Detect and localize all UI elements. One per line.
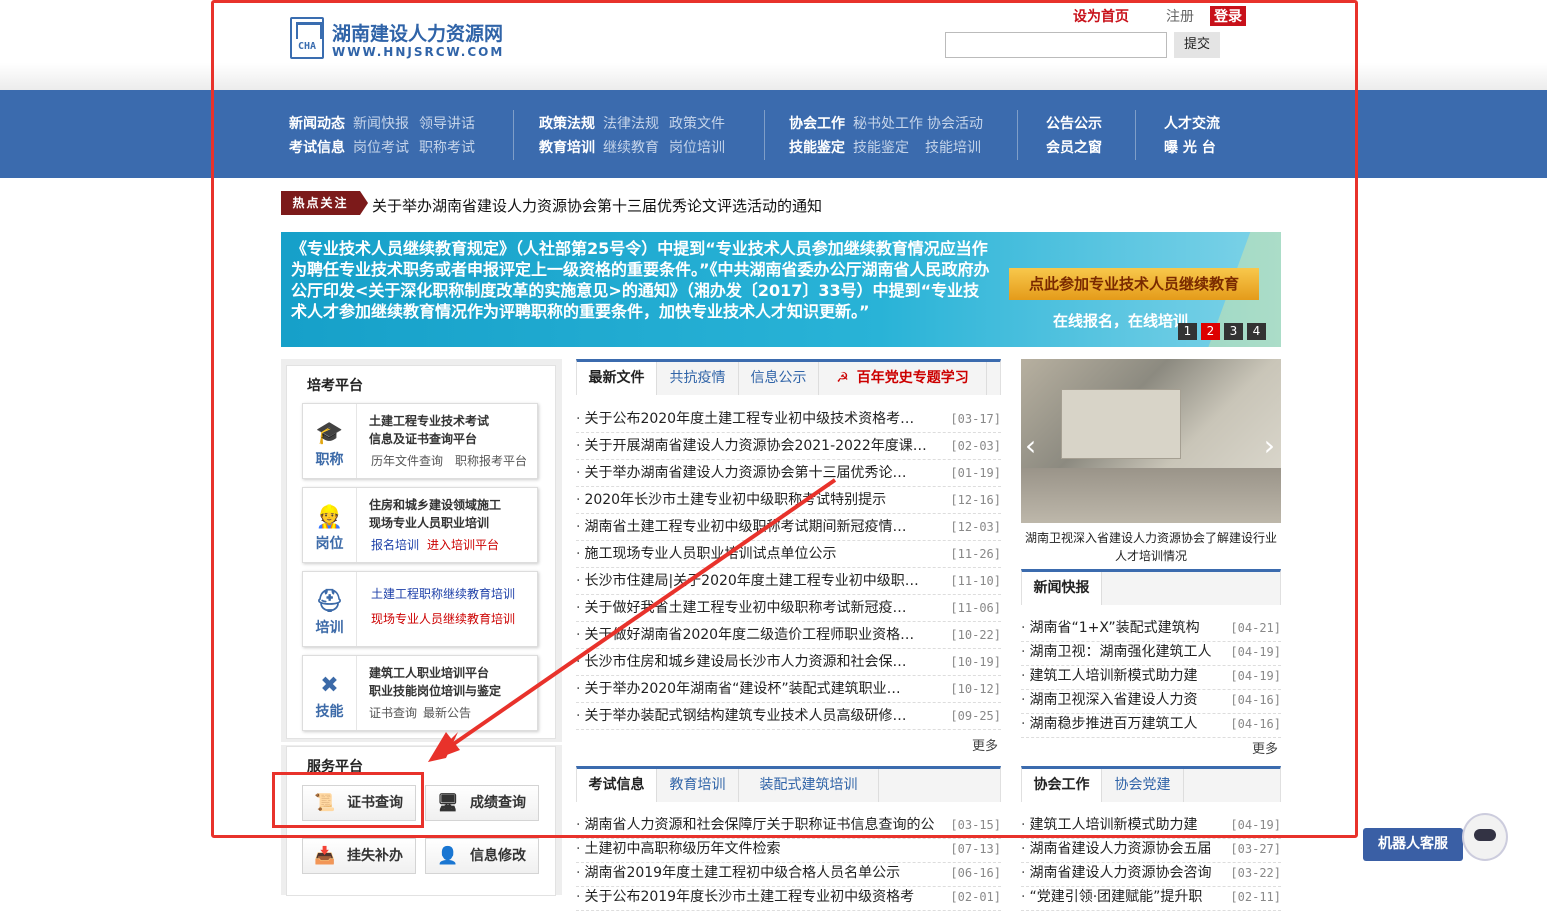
list-item[interactable]: 湖南省建设人力资源协会五届 [03-27]	[1021, 836, 1281, 863]
edit-info-button[interactable]: 👤 信息修改	[425, 838, 539, 874]
list-item-date: [02-01]	[950, 890, 1001, 904]
robot-service-button[interactable]: 机器人客服	[1363, 828, 1463, 861]
list-item-date: [06-16]	[950, 866, 1001, 880]
list-item-date: [03-27]	[1230, 842, 1281, 856]
list-item-title[interactable]: 土建初中高职称级历年文件检索	[584, 841, 780, 857]
user-edit-icon: 👤	[437, 846, 459, 866]
inbox-icon: 📥	[314, 846, 336, 866]
list-item-title[interactable]: 关于公布2019年度长沙市土建工程专业初中级资格考	[584, 889, 914, 905]
annotation-button-box	[272, 772, 424, 828]
list-item-date: [03-22]	[1230, 866, 1281, 880]
list-item-title[interactable]: 湖南省建设人力资源协会咨询	[1029, 865, 1211, 881]
list-item[interactable]: “党建引领·团建赋能”提升职 [02-11]	[1021, 884, 1281, 911]
list-item[interactable]: 湖南省建设人力资源协会咨询 [03-22]	[1021, 860, 1281, 887]
list-item[interactable]: 土建初中高职称级历年文件检索 [07-13]	[576, 836, 1001, 863]
list-item-date: [07-13]	[950, 842, 1001, 856]
replacement-button[interactable]: 📥 挂失补办	[302, 838, 416, 874]
annotation-arrow	[428, 478, 837, 762]
robot-avatar-icon[interactable]	[1462, 813, 1508, 861]
list-item-title[interactable]: 湖南省建设人力资源协会五届	[1029, 841, 1211, 857]
list-item[interactable]: 湖南省2019年度土建工程初中级合格人员名单公示 [06-16]	[576, 860, 1001, 887]
list-item-date: [02-11]	[1230, 890, 1281, 904]
list-item[interactable]: 关于公布2019年度长沙市土建工程专业初中级资格考 [02-01]	[576, 884, 1001, 911]
list-item-title[interactable]: “党建引领·团建赋能”提升职	[1029, 889, 1202, 905]
list-item-title[interactable]: 湖南省2019年度土建工程初中级合格人员名单公示	[584, 865, 900, 881]
